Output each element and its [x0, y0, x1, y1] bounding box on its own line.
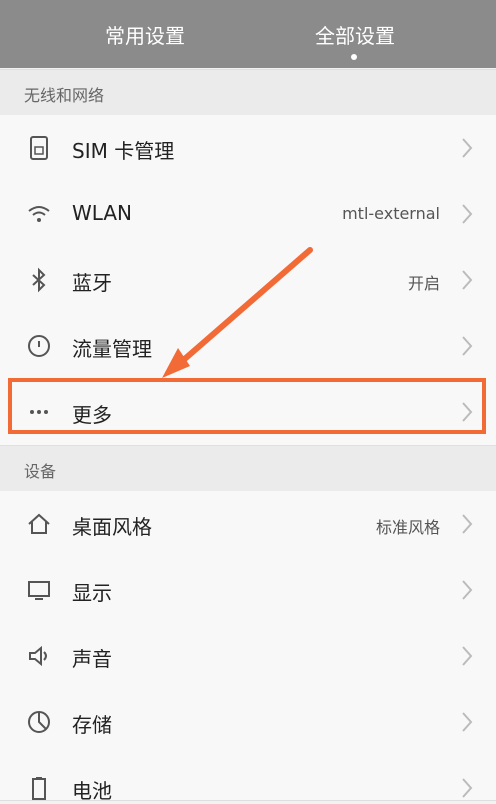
sim-card-icon	[30, 136, 48, 160]
section-title: 无线和网络	[24, 86, 105, 105]
settings-row-label: SIM 卡管理	[72, 139, 175, 163]
data-usage-icon	[28, 335, 50, 357]
settings-row-label: 桌面风格	[72, 515, 152, 539]
settings-row-storage[interactable]: 存储	[0, 689, 496, 756]
settings-row-desktop-style[interactable]: 桌面风格 标准风格	[0, 491, 496, 558]
settings-row-value: 开启	[407, 274, 440, 293]
section-header-device: 设备	[0, 445, 496, 492]
top-tab-bar: 常用设置 全部设置	[0, 0, 496, 68]
tab-all-settings[interactable]: 全部设置	[305, 20, 405, 50]
bluetooth-icon	[32, 267, 46, 293]
chevron-right-icon	[462, 204, 473, 224]
settings-row-value: mtl-external	[342, 204, 440, 223]
chevron-right-icon	[462, 138, 473, 158]
settings-row-value: 标准风格	[375, 518, 440, 537]
battery-icon	[32, 777, 46, 800]
section-title: 设备	[24, 462, 57, 481]
chevron-right-icon	[462, 336, 473, 356]
chevron-right-icon	[462, 580, 473, 600]
settings-row-label: 显示	[72, 581, 112, 605]
settings-row-display[interactable]: 显示	[0, 557, 496, 624]
settings-row-label: WLAN	[72, 201, 133, 225]
display-icon	[28, 581, 50, 600]
settings-row-label: 蓝牙	[72, 271, 112, 295]
home-icon	[28, 513, 50, 534]
chevron-right-icon	[462, 646, 473, 666]
active-tab-indicator	[351, 54, 357, 60]
settings-row-battery[interactable]: 电池	[0, 755, 496, 803]
settings-row-bluetooth[interactable]: 蓝牙 开启	[0, 247, 496, 314]
highlight-box	[8, 378, 486, 434]
wifi-icon	[28, 206, 50, 222]
chevron-right-icon	[462, 514, 473, 534]
chevron-right-icon	[462, 270, 473, 290]
tab-common-settings[interactable]: 常用设置	[95, 20, 195, 50]
storage-icon	[28, 711, 50, 733]
speaker-icon	[29, 645, 47, 667]
section-header-wireless: 无线和网络	[0, 69, 496, 116]
settings-row-label: 存储	[72, 713, 112, 737]
settings-row-sim[interactable]: SIM 卡管理	[0, 115, 496, 182]
settings-row-data-usage[interactable]: 流量管理	[0, 313, 496, 380]
settings-row-label: 流量管理	[72, 337, 152, 361]
settings-row-label: 声音	[72, 647, 112, 671]
chevron-right-icon	[462, 778, 473, 798]
chevron-right-icon	[462, 712, 473, 732]
settings-row-sound[interactable]: 声音	[0, 623, 496, 690]
settings-row-wlan[interactable]: WLAN mtl-external	[0, 181, 496, 248]
